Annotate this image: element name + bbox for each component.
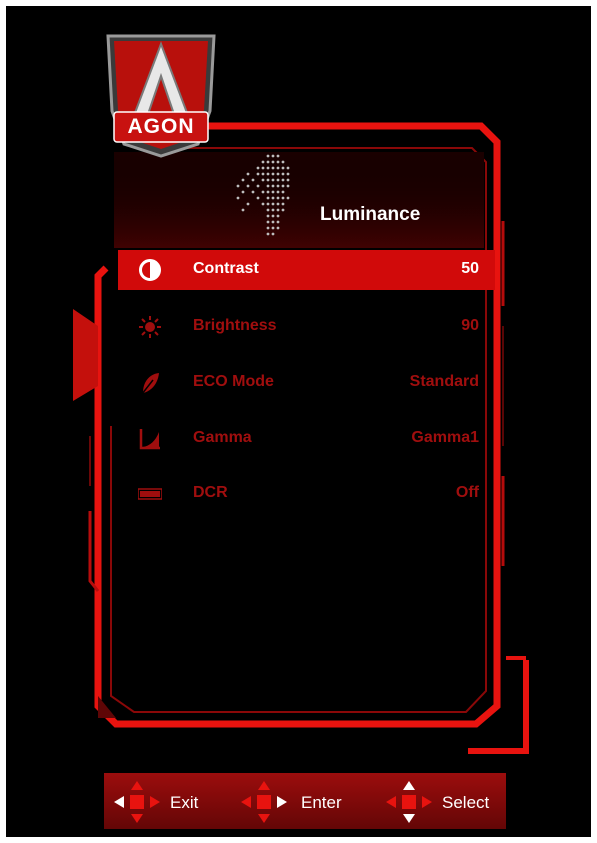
dpad-right-icon — [241, 781, 287, 823]
menu-item-label: Brightness — [193, 317, 277, 334]
dpad-up-down-icon — [386, 781, 432, 823]
menu-title: Luminance — [320, 204, 421, 225]
menu-item-dcr[interactable]: DCR Off — [118, 474, 495, 514]
menu-item-brightness[interactable]: Brightness 90 — [118, 307, 495, 347]
menu-item-gamma[interactable]: Gamma Gamma1 — [118, 419, 495, 459]
menu-item-value: Off — [455, 484, 479, 501]
osd-screen: AGON Luminance Contrast 50 Brightness 90… — [6, 6, 591, 837]
dcr-icon — [138, 488, 162, 500]
navigation-hint-bar: Exit Enter Select — [104, 773, 506, 829]
brightness-icon — [139, 316, 161, 338]
menu-item-value: Standard — [409, 373, 479, 390]
menu-item-value: 90 — [461, 317, 479, 334]
eco-leaf-icon — [141, 373, 159, 395]
menu-item-label: DCR — [193, 484, 228, 501]
menu-item-eco-mode[interactable]: ECO Mode Standard — [118, 363, 495, 403]
luminance-face-icon — [236, 154, 290, 236]
menu-item-contrast[interactable]: Contrast 50 — [118, 250, 495, 290]
menu-item-label: ECO Mode — [193, 373, 274, 390]
enter-hint[interactable]: Enter — [239, 773, 349, 829]
logo-text: AGON — [127, 115, 195, 138]
exit-label: Exit — [170, 793, 199, 812]
menu-item-label: Contrast — [193, 260, 259, 277]
dpad-left-icon — [114, 781, 160, 823]
select-hint[interactable]: Select — [384, 773, 504, 829]
exit-hint[interactable]: Exit — [112, 773, 222, 829]
menu-item-value: 50 — [461, 260, 479, 277]
menu-item-value: Gamma1 — [411, 429, 479, 446]
select-label: Select — [442, 793, 490, 812]
enter-label: Enter — [301, 793, 342, 812]
menu-item-label: Gamma — [193, 429, 252, 446]
gamma-curve-icon — [139, 429, 160, 450]
contrast-icon — [139, 259, 161, 281]
agon-logo: AGON — [100, 26, 222, 161]
